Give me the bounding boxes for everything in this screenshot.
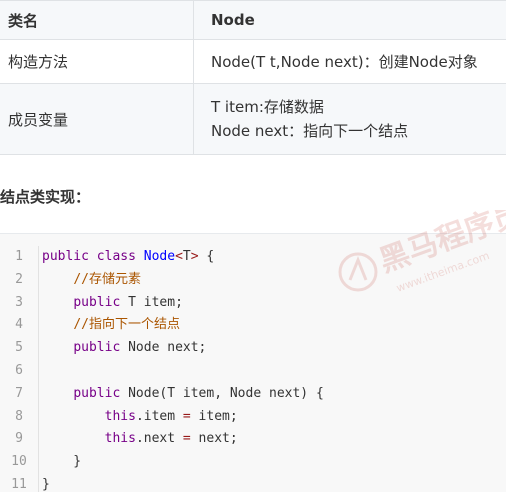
code-token: { bbox=[199, 249, 215, 264]
table-header-row: 类名 Node bbox=[0, 1, 506, 40]
code-token: this bbox=[105, 409, 136, 424]
code-token: public bbox=[73, 295, 128, 310]
line-number: 5 bbox=[0, 337, 38, 360]
line-number: 9 bbox=[0, 428, 38, 451]
row-value: T item:存储数据 Node next：指向下一个结点 bbox=[194, 84, 506, 155]
line-number: 6 bbox=[0, 360, 38, 383]
code-token: item; bbox=[191, 409, 238, 424]
code-token bbox=[42, 340, 73, 355]
code-line: public class Node<T> { bbox=[42, 246, 324, 269]
row-label: 构造方法 bbox=[0, 40, 194, 84]
code-token: > bbox=[191, 249, 199, 264]
code-token bbox=[42, 317, 73, 332]
header-cell-classname: 类名 bbox=[0, 1, 194, 40]
code-token bbox=[42, 272, 73, 287]
code-line: } bbox=[42, 451, 324, 474]
class-info-table: 类名 Node 构造方法 Node(T t,Node next)：创建Node对… bbox=[0, 0, 506, 155]
line-number: 1 bbox=[0, 246, 38, 269]
line-number: 8 bbox=[0, 406, 38, 429]
code-line: public Node next; bbox=[42, 337, 324, 360]
code-token: class bbox=[97, 249, 144, 264]
line-number: 11 bbox=[0, 474, 38, 497]
code-token: } bbox=[42, 454, 81, 469]
line-number-gutter: 1234567891011 bbox=[0, 246, 39, 492]
line-number: 7 bbox=[0, 383, 38, 406]
row-value-line: T item:存储数据 bbox=[211, 95, 506, 119]
code-token: T bbox=[183, 249, 191, 264]
code-token: Node next; bbox=[128, 340, 206, 355]
code-line: this.item = item; bbox=[42, 406, 324, 429]
line-number: 4 bbox=[0, 314, 38, 337]
code-body: public class Node<T> { //存储元素 public T i… bbox=[42, 246, 324, 497]
table-row-constructor: 构造方法 Node(T t,Node next)：创建Node对象 bbox=[0, 40, 506, 84]
line-number: 2 bbox=[0, 269, 38, 292]
code-line: //存储元素 bbox=[42, 269, 324, 292]
section-title: 结点类实现： bbox=[0, 186, 90, 207]
code-token: public bbox=[42, 249, 97, 264]
code-token: = bbox=[183, 431, 191, 446]
code-token: = bbox=[183, 409, 191, 424]
row-value-line: Node next：指向下一个结点 bbox=[211, 119, 506, 143]
code-token: next; bbox=[191, 431, 238, 446]
code-token: public bbox=[73, 386, 128, 401]
header-cell-node: Node bbox=[194, 1, 506, 40]
code-line bbox=[42, 360, 324, 383]
code-token: this bbox=[105, 431, 136, 446]
line-number: 10 bbox=[0, 451, 38, 474]
code-token bbox=[42, 431, 105, 446]
code-line: } bbox=[42, 474, 324, 497]
code-token bbox=[42, 295, 73, 310]
code-line: public Node(T item, Node next) { bbox=[42, 383, 324, 406]
code-token: Node bbox=[144, 249, 175, 264]
code-token: .next bbox=[136, 431, 183, 446]
code-token: < bbox=[175, 249, 183, 264]
code-line: public T item; bbox=[42, 292, 324, 315]
code-token bbox=[42, 386, 73, 401]
code-token: .item bbox=[136, 409, 183, 424]
code-block: 1234567891011 public class Node<T> { //存… bbox=[0, 233, 506, 492]
table-row-members: 成员变量 T item:存储数据 Node next：指向下一个结点 bbox=[0, 84, 506, 155]
line-number: 3 bbox=[0, 292, 38, 315]
code-token: Node(T item, Node next) { bbox=[128, 386, 324, 401]
code-line: this.next = next; bbox=[42, 428, 324, 451]
row-label: 成员变量 bbox=[0, 84, 194, 155]
row-value-line: Node(T t,Node next)：创建Node对象 bbox=[211, 50, 506, 74]
code-token: //存储元素 bbox=[73, 272, 141, 287]
code-line: //指向下一个结点 bbox=[42, 314, 324, 337]
code-token: //指向下一个结点 bbox=[73, 317, 180, 332]
row-value: Node(T t,Node next)：创建Node对象 bbox=[194, 40, 506, 84]
code-token: } bbox=[42, 477, 50, 492]
code-token: public bbox=[73, 340, 128, 355]
code-token bbox=[42, 409, 105, 424]
code-token: T item; bbox=[128, 295, 183, 310]
